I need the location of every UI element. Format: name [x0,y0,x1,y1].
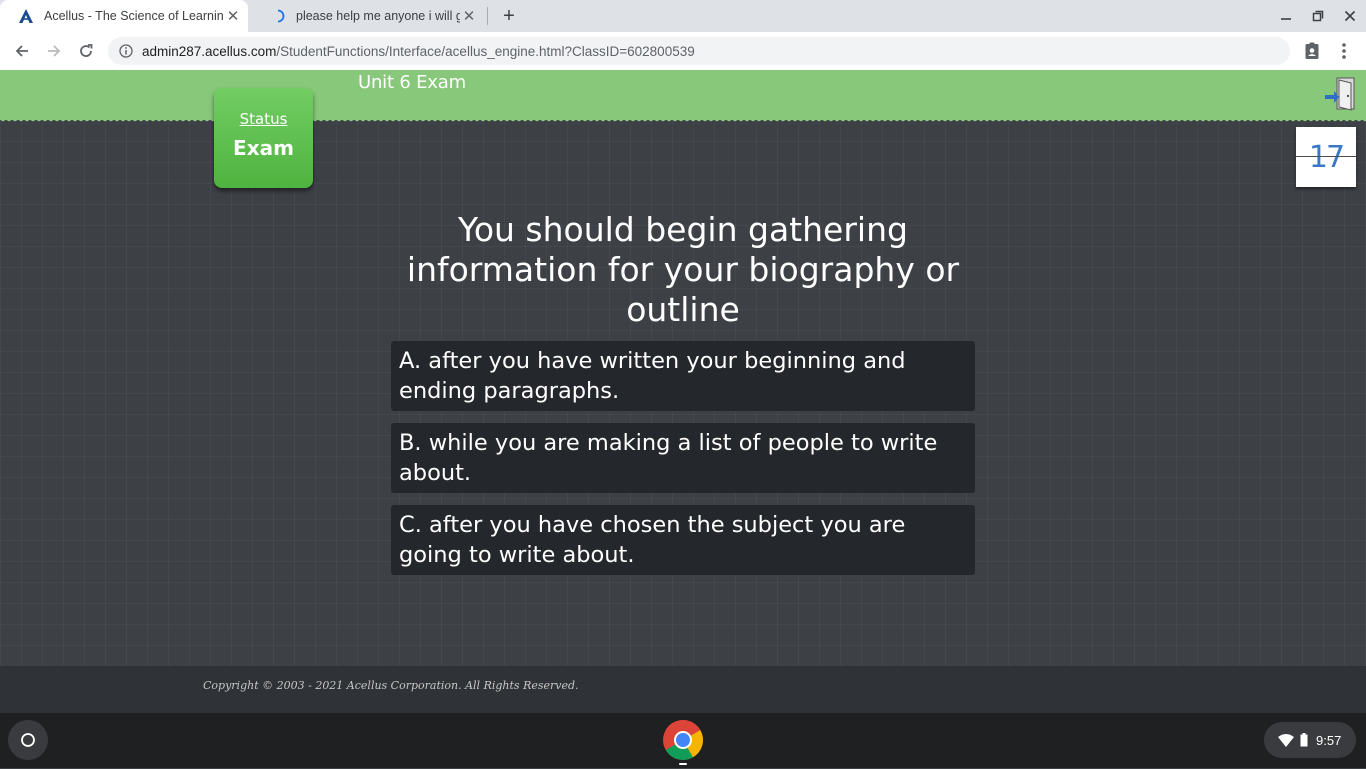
tab-title: Acellus - The Science of Learning [44,9,224,23]
status-tile[interactable]: Status Exam [214,88,313,188]
system-tray[interactable]: 9:57 [1264,722,1356,758]
profile-badge-icon[interactable] [1301,40,1323,62]
exit-door-icon[interactable] [1324,76,1358,112]
tab-strip: Acellus - The Science of Learning ✕ plea… [0,0,1366,32]
loading-spinner-icon [270,8,286,24]
chrome-app-icon[interactable] [662,719,704,765]
page-title: Unit 6 Exam [358,72,466,93]
url-path: /StudentFunctions/Interface/acellus_engi… [276,43,695,59]
close-tab-icon[interactable]: ✕ [224,7,242,25]
close-tab-icon[interactable]: ✕ [460,7,478,25]
tab-title: please help me anyone i will give [296,9,460,23]
browser-menu-icon[interactable] [1333,40,1355,62]
status-label: Status [239,110,288,128]
answer-option-b[interactable]: B. while you are making a list of people… [391,423,975,493]
copyright-text: Copyright © 2003 - 2021 Acellus Corporat… [203,679,579,692]
question-text: You should begin gathering information f… [406,210,960,329]
url-text: admin287.acellus.com/StudentFunctions/In… [142,44,695,59]
new-tab-icon[interactable]: + [498,5,520,27]
answer-option-a[interactable]: A. after you have written your beginning… [391,341,975,411]
reload-icon[interactable] [75,40,97,62]
tab-help[interactable]: please help me anyone i will give ✕ [252,0,484,32]
app-header [0,70,1366,123]
question-counter: 17 [1296,127,1356,187]
minimize-icon[interactable] [1272,6,1300,26]
wifi-icon [1278,733,1294,747]
close-window-icon[interactable] [1336,6,1364,26]
site-info-icon[interactable] [118,43,134,59]
tab-acellus[interactable]: Acellus - The Science of Learning ✕ [0,0,248,32]
launcher-icon[interactable] [8,720,48,760]
address-bar[interactable]: admin287.acellus.com/StudentFunctions/In… [108,37,1290,65]
back-arrow-icon[interactable] [11,40,33,62]
answer-option-c[interactable]: C. after you have chosen the subject you… [391,505,975,575]
restore-icon[interactable] [1304,6,1332,26]
battery-icon [1300,733,1308,747]
tab-separator [487,7,488,25]
forward-arrow-icon[interactable] [43,40,65,62]
clock-time: 9:57 [1316,732,1342,748]
url-host: admin287.acellus.com [142,43,277,59]
browser-toolbar: admin287.acellus.com/StudentFunctions/In… [0,32,1366,70]
status-value: Exam [233,136,294,160]
acellus-favicon-icon [18,8,34,24]
